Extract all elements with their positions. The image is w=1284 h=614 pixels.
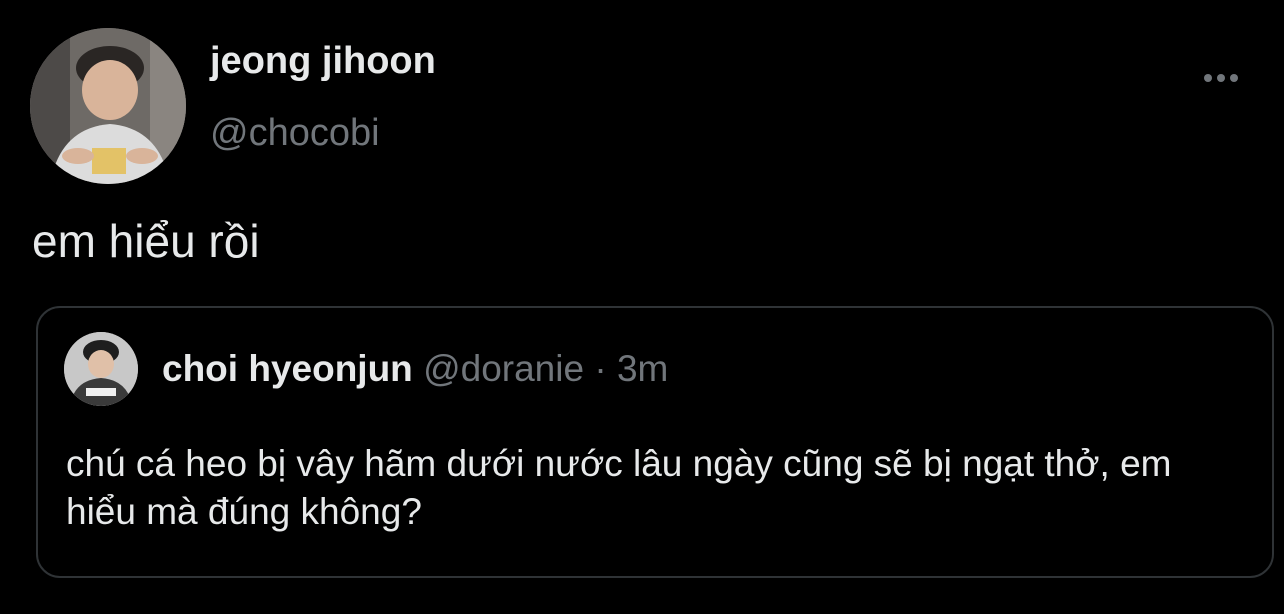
author-avatar[interactable] [30,28,186,184]
tweet: jeong jihoon @chocobi em hiểu rồi choi h… [0,0,1284,614]
quoted-author-display-name[interactable]: choi hyeonjun [162,348,413,389]
quoted-author-avatar[interactable] [64,332,138,406]
quoted-tweet-header: choi hyeonjun @doranie · 3m [162,348,668,390]
tweet-text: em hiểu rồi [32,215,260,267]
more-icon[interactable] [1196,58,1246,98]
quoted-tweet[interactable]: choi hyeonjun @doranie · 3m chú cá heo b… [36,306,1274,578]
more-dot [1217,74,1225,82]
author-handle[interactable]: @chocobi [210,112,380,155]
author-display-name[interactable]: jeong jihoon [210,40,436,83]
quoted-author-handle[interactable]: @doranie [423,348,584,389]
more-dot [1204,74,1212,82]
author-avatar-image [30,28,186,184]
more-dot [1230,74,1238,82]
quoted-author-avatar-image [64,332,138,406]
header-separator: · [594,348,607,389]
quoted-tweet-text: chú cá heo bị vây hãm dưới nước lâu ngày… [66,443,1172,532]
quoted-tweet-timestamp[interactable]: 3m [617,348,668,389]
